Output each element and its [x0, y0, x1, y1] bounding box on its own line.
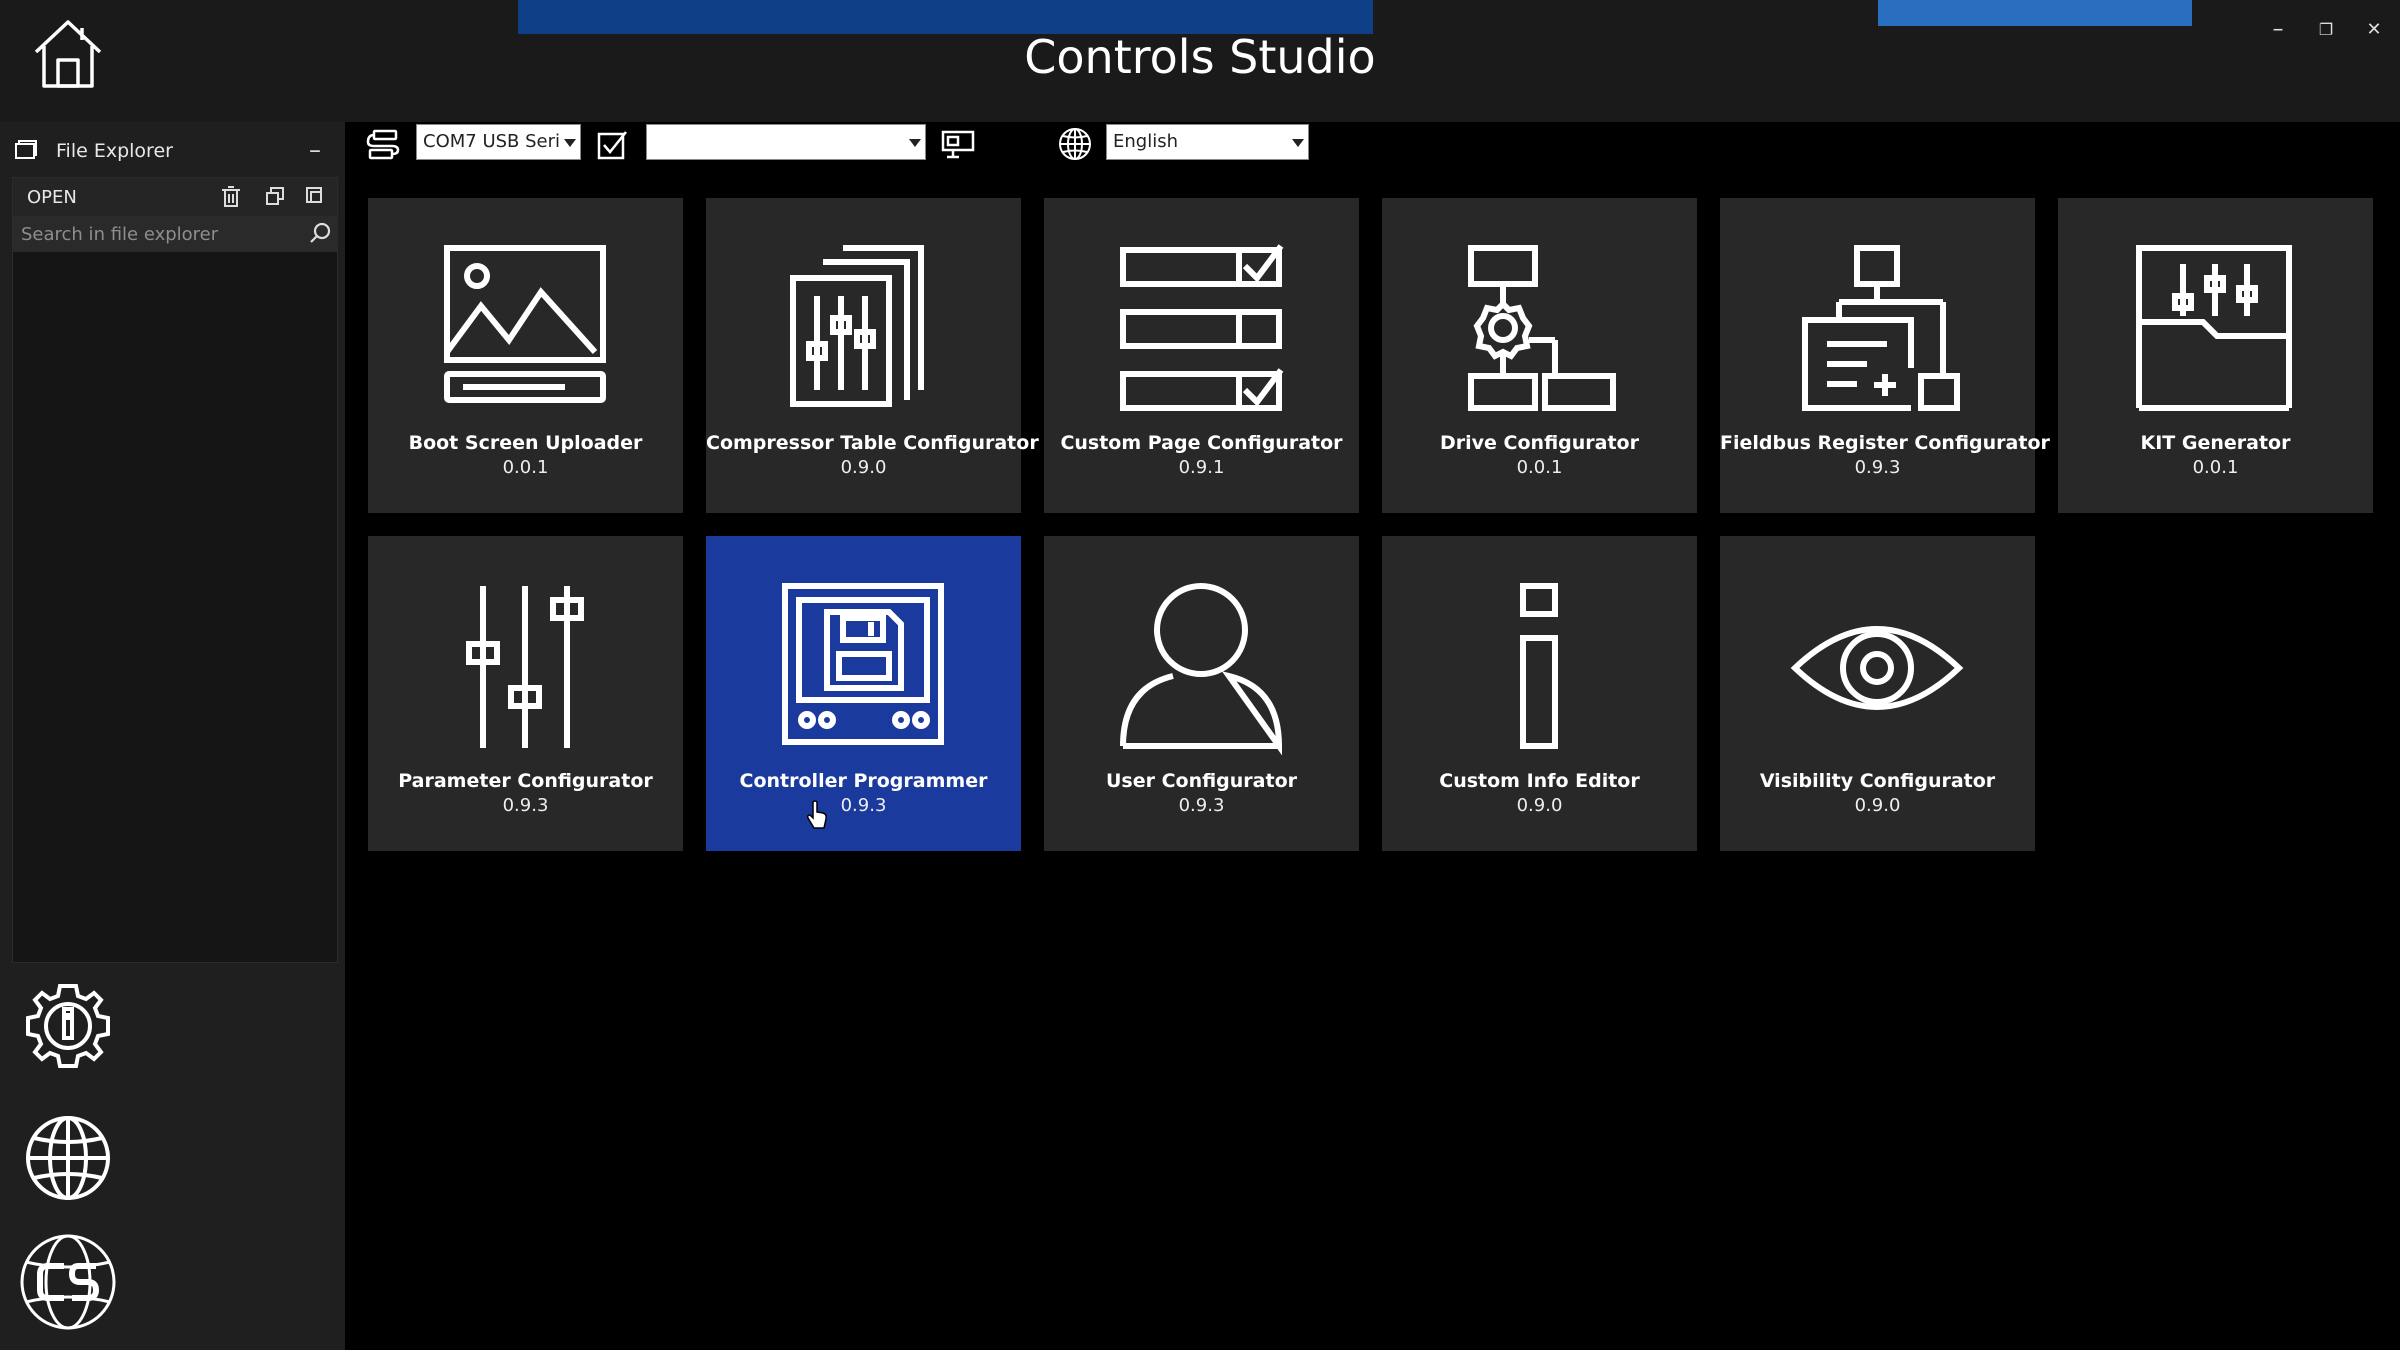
file-explorer-search-input[interactable] — [19, 219, 303, 249]
language-globe-icon — [1059, 128, 1091, 160]
tile-fieldbus-register-configurator[interactable]: Fieldbus Register Configurator 0.9.3 — [1720, 198, 2050, 513]
tile-version: 0.0.1 — [2192, 457, 2239, 478]
checklist-icon — [1120, 244, 1284, 411]
duplicate-icon[interactable] — [305, 186, 325, 206]
tile-name: Parameter Configurator — [398, 770, 653, 792]
image-icon — [444, 245, 606, 403]
tile-name: Custom Page Configurator — [1060, 432, 1343, 454]
sliders-pages-icon — [790, 245, 924, 407]
port-select-value: COM7 USB Seri — [423, 131, 561, 152]
tile-controller-programmer[interactable]: Controller Programmer 0.9.3 — [706, 536, 1021, 851]
language-select[interactable]: English — [1106, 124, 1309, 160]
device-select[interactable] — [646, 124, 926, 160]
app-title: Controls Studio — [1024, 30, 1376, 84]
search-icon[interactable] — [309, 222, 331, 244]
file-explorer-collapse-button[interactable]: – — [309, 138, 329, 162]
background-desktop-strip-right — [1878, 0, 2192, 26]
tile-name: KIT Generator — [2140, 432, 2291, 454]
tile-version: 0.9.0 — [1854, 795, 1901, 816]
folder-sliders-icon — [2136, 245, 2292, 411]
port-select[interactable]: COM7 USB Seri — [416, 124, 581, 160]
monitor-icon[interactable] — [941, 128, 975, 160]
controller-save-icon — [782, 583, 944, 745]
user-icon — [1120, 583, 1283, 756]
tile-version: 0.9.3 — [502, 795, 549, 816]
connection-icon[interactable] — [366, 128, 400, 162]
tile-name: Compressor Table Configurator — [706, 432, 1039, 454]
tile-name: Boot Screen Uploader — [408, 432, 643, 454]
chevron-down-icon — [909, 139, 921, 147]
file-explorer-title: File Explorer — [56, 140, 173, 162]
tile-visibility-configurator[interactable]: Visibility Configurator 0.9.0 — [1720, 536, 2035, 851]
tile-name: Controller Programmer — [739, 770, 988, 792]
tile-version: 0.9.0 — [1516, 795, 1563, 816]
globe-icon — [26, 1116, 110, 1200]
tile-compressor-table-configurator[interactable]: Compressor Table Configurator 0.9.0 — [706, 198, 1039, 513]
sliders-icon — [466, 586, 584, 748]
tile-version: 0.9.3 — [840, 795, 887, 816]
settings-info-icon — [26, 984, 110, 1068]
open-label[interactable]: OPEN — [27, 187, 77, 208]
tile-drive-configurator[interactable]: Drive Configurator 0.0.1 — [1382, 198, 1697, 513]
register-tree-icon — [1802, 245, 1960, 411]
tile-name: Visibility Configurator — [1759, 770, 1996, 792]
tile-parameter-configurator[interactable]: Parameter Configurator 0.9.3 — [368, 536, 683, 851]
file-explorer-search-row — [13, 216, 337, 252]
close-button[interactable]: ✕ — [2356, 14, 2392, 46]
tile-version: 0.9.0 — [840, 457, 887, 478]
tile-boot-screen-uploader[interactable]: Boot Screen Uploader 0.0.1 — [368, 198, 683, 513]
trash-icon[interactable] — [220, 186, 242, 208]
file-explorer-icon — [15, 140, 37, 159]
tile-version: 0.0.1 — [502, 457, 549, 478]
cs-logo-button[interactable] — [18, 1232, 118, 1332]
tile-name: Drive Configurator — [1440, 432, 1639, 454]
tile-name: Fieldbus Register Configurator — [1720, 432, 2050, 454]
cs-logo-icon — [20, 1234, 116, 1330]
hand-cursor-icon — [807, 800, 827, 829]
tile-name: Custom Info Editor — [1439, 770, 1640, 792]
file-explorer-toolbar: OPEN — [13, 178, 337, 216]
tile-kit-generator[interactable]: KIT Generator 0.0.1 — [2058, 198, 2373, 513]
tile-version: 0.9.3 — [1178, 795, 1225, 816]
tile-version: 0.9.3 — [1854, 457, 1901, 478]
eye-icon — [1790, 626, 1964, 710]
copy-icon[interactable] — [265, 186, 285, 206]
tile-custom-page-configurator[interactable]: Custom Page Configurator 0.9.1 — [1044, 198, 1359, 513]
maximize-button[interactable]: ❐ — [2308, 14, 2344, 46]
info-icon — [1520, 583, 1558, 749]
file-explorer-pane: OPEN — [12, 177, 338, 963]
home-icon — [34, 20, 102, 88]
language-globe-button[interactable] — [22, 1112, 114, 1204]
checkbox-icon[interactable] — [597, 128, 629, 160]
language-select-value: English — [1113, 131, 1178, 152]
tile-custom-info-editor[interactable]: Custom Info Editor 0.9.0 — [1382, 536, 1697, 851]
minimize-button[interactable]: – — [2260, 14, 2296, 46]
tile-version: 0.0.1 — [1516, 457, 1563, 478]
tile-version: 0.9.1 — [1178, 457, 1225, 478]
tile-user-configurator[interactable]: User Configurator 0.9.3 — [1044, 536, 1359, 851]
chevron-down-icon — [1292, 139, 1304, 147]
background-desktop-strip — [518, 0, 1373, 34]
home-button[interactable] — [30, 16, 106, 92]
gear-flowchart-icon — [1468, 245, 1616, 411]
settings-info-button[interactable] — [22, 980, 114, 1072]
tile-name: User Configurator — [1105, 770, 1298, 792]
chevron-down-icon — [564, 139, 576, 147]
file-explorer-header: File Explorer – — [14, 138, 332, 166]
